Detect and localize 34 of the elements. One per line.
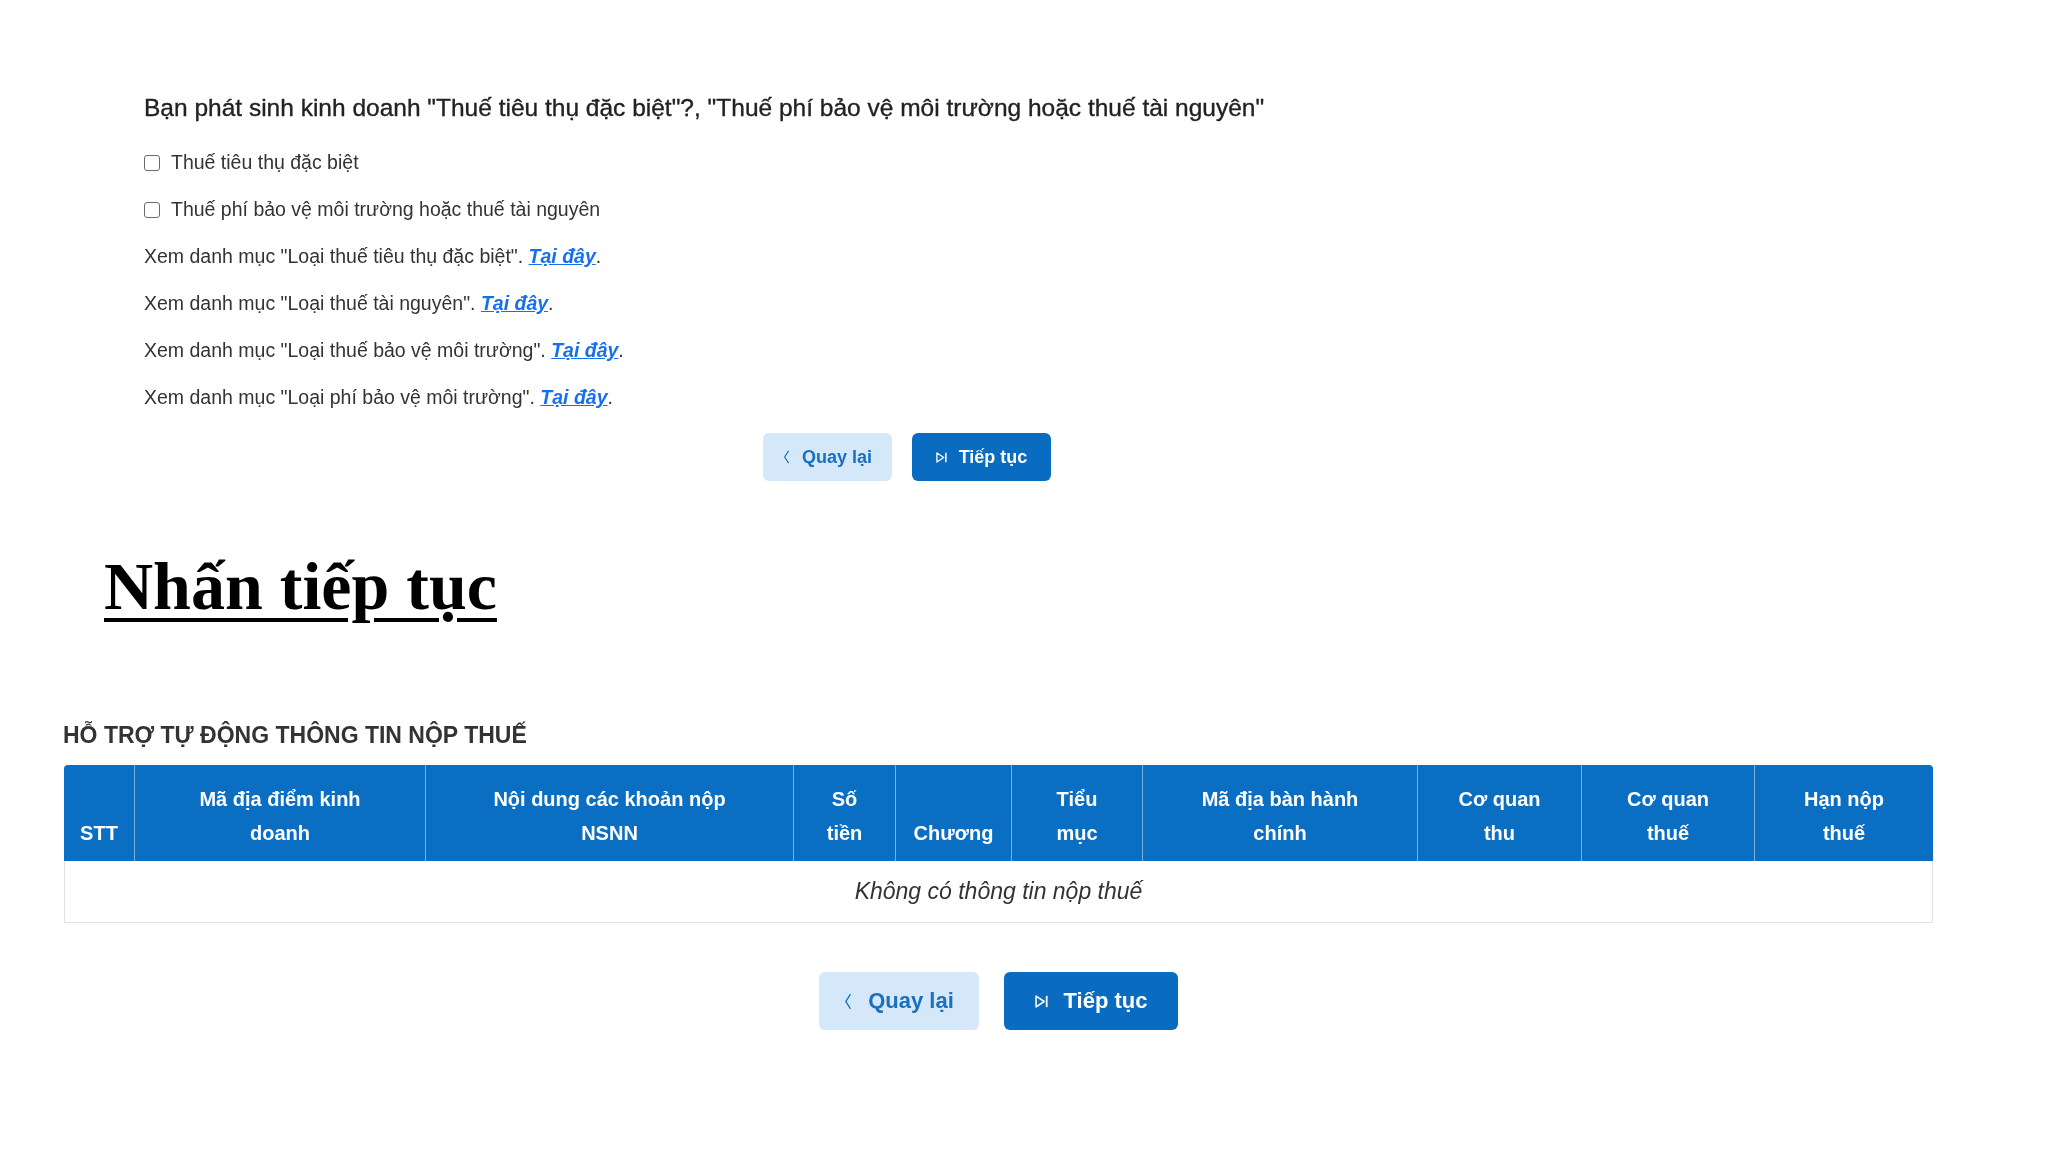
skip-forward-icon <box>1034 994 1048 1008</box>
column-header: Cơ quan thuế <box>1582 765 1755 861</box>
back-button[interactable]: Quay lại <box>819 972 979 1030</box>
continue-button[interactable]: Tiếp tục <box>1004 972 1178 1030</box>
chevron-left-icon <box>844 992 853 1010</box>
catalog-note: Xem danh mục "Loại thuế tài nguyên". Tại đây. <box>144 291 555 316</box>
back-button[interactable]: Quay lại <box>763 433 892 481</box>
column-header: Mã địa điểm kinh doanh <box>135 765 426 861</box>
column-header: STT <box>64 765 135 861</box>
catalog-link[interactable]: Tại đây <box>540 386 608 408</box>
chevron-left-icon <box>783 450 790 464</box>
column-header: Mã địa bàn hành chính <box>1143 765 1418 861</box>
question-title: Bạn phát sinh kinh doanh "Thuế tiêu thụ đặc biệt"?, "Thuế phí bảo vệ môi trường hoặc thuế tài nguyên" <box>144 93 1266 123</box>
catalog-link[interactable]: Tại đây <box>551 339 619 361</box>
column-header: Chương <box>896 765 1012 861</box>
empty-message: Không có thông tin nộp thuế <box>64 861 1933 923</box>
checkbox-label[interactable]: Thuế phí bảo vệ môi trường hoặc thuế tài nguyên <box>171 198 601 221</box>
catalog-note: Xem danh mục "Loại thuế tiêu thụ đặc biệt". Tại đây. <box>144 244 603 269</box>
column-header: Tiểu mục <box>1012 765 1143 861</box>
catalog-link[interactable]: Tại đây <box>528 245 596 267</box>
skip-forward-icon <box>935 451 947 463</box>
column-header: Cơ quan thu <box>1418 765 1582 861</box>
column-header: Hạn nộp thuế <box>1755 765 1933 861</box>
catalog-note: Xem danh mục "Loại phí bảo vệ môi trường". Tại đây. <box>144 385 614 410</box>
column-header: Nội dung các khoản nộp NSNN <box>426 765 794 861</box>
catalog-note: Xem danh mục "Loại thuế bảo vệ môi trường". Tại đây. <box>144 338 625 363</box>
section-title: HỖ TRỢ TỰ ĐỘNG THÔNG TIN NỘP THUẾ <box>63 721 528 749</box>
continue-button[interactable]: Tiếp tục <box>912 433 1051 481</box>
checkbox-label[interactable]: Thuế tiêu thụ đặc biệt <box>171 151 359 174</box>
checkbox[interactable] <box>144 201 160 218</box>
catalog-link[interactable]: Tại đây <box>480 292 549 314</box>
checkbox[interactable] <box>144 154 160 171</box>
instruction-heading: Nhấn tiếp tục <box>104 547 497 625</box>
column-header: Số tiền <box>794 765 896 861</box>
